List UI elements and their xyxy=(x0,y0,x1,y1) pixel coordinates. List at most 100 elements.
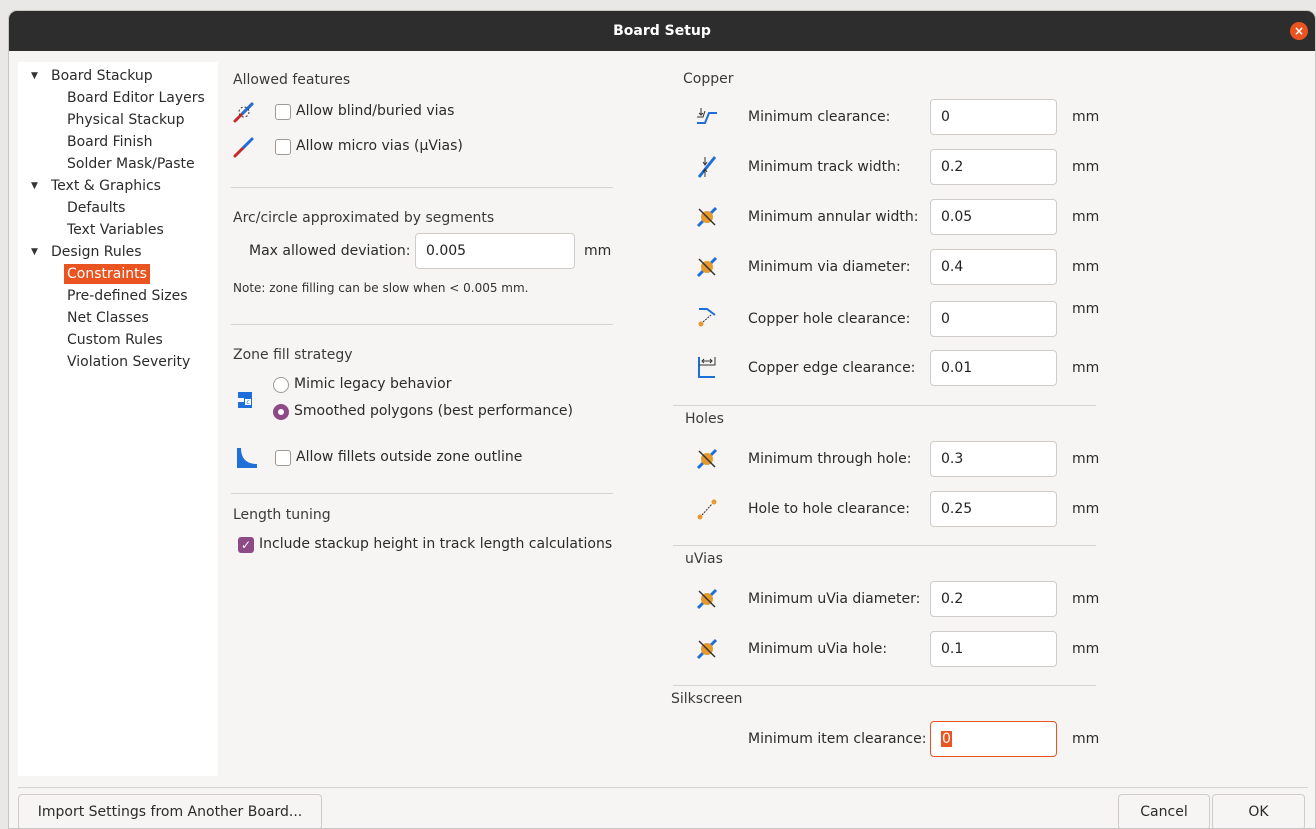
copper-edge-clearance-unit: mm xyxy=(1072,360,1100,376)
min-through-hole-unit: mm xyxy=(1072,451,1100,467)
tree-item-physical-stackup[interactable]: Physical Stackup xyxy=(67,110,185,130)
uvias-title: uVias xyxy=(685,551,723,567)
min-uvia-diameter-input[interactable]: 0.2 xyxy=(930,581,1057,617)
min-via-diameter-unit: mm xyxy=(1072,259,1100,275)
import-settings-button[interactable]: Import Settings from Another Board... xyxy=(18,794,322,828)
min-item-clearance-label: Minimum item clearance: xyxy=(748,731,927,747)
tree-item-solder-mask-paste[interactable]: Solder Mask/Paste xyxy=(67,154,195,174)
footer-separator xyxy=(18,787,1308,788)
tree-item-board-stackup[interactable]: Board Stackup xyxy=(51,66,153,86)
expand-arrow-icon[interactable]: ▼ xyxy=(31,181,38,191)
hole-clearance-icon xyxy=(698,308,716,327)
allowed-features-title: Allowed features xyxy=(233,72,351,88)
blind-vias-label[interactable]: Allow blind/buried vias xyxy=(296,103,454,119)
track-width-icon xyxy=(697,156,717,178)
min-uvia-diameter-unit: mm xyxy=(1072,591,1100,607)
silkscreen-title: Silkscreen xyxy=(671,691,743,707)
blind-via-icon xyxy=(233,102,254,123)
tree-item-text-variables[interactable]: Text Variables xyxy=(67,220,164,240)
smoothed-radio[interactable] xyxy=(273,404,289,420)
min-track-width-label: Minimum track width: xyxy=(748,159,901,175)
settings-tree: ▼ Board Stackup Board Editor Layers Phys… xyxy=(18,62,218,776)
zone-fill-note: Note: zone filling can be slow when < 0.… xyxy=(233,281,529,295)
min-annular-width-label: Minimum annular width: xyxy=(748,209,919,225)
max-deviation-unit: mm xyxy=(584,243,612,259)
fillets-label[interactable]: Allow fillets outside zone outline xyxy=(296,449,522,465)
min-annular-width-unit: mm xyxy=(1072,209,1100,225)
annular-width-icon xyxy=(696,206,718,228)
min-uvia-diameter-label: Minimum uVia diameter: xyxy=(748,591,921,607)
fillets-checkbox[interactable] xyxy=(275,450,291,466)
copper-hole-clearance-input[interactable]: 0 xyxy=(930,301,1057,337)
stackup-height-checkbox[interactable]: ✓ xyxy=(238,537,254,553)
min-via-diameter-label: Minimum via diameter: xyxy=(748,259,911,275)
close-button[interactable]: × xyxy=(1290,22,1308,40)
separator xyxy=(231,187,613,188)
min-clearance-input[interactable]: 0 xyxy=(930,99,1057,135)
tree-item-board-finish[interactable]: Board Finish xyxy=(67,132,152,152)
min-track-width-input[interactable]: 0.2 xyxy=(930,149,1057,185)
separator xyxy=(673,685,1096,686)
tree-item-board-editor-layers[interactable]: Board Editor Layers xyxy=(67,88,205,108)
clearance-icon xyxy=(697,108,717,124)
hole-to-hole-unit: mm xyxy=(1072,501,1100,517)
expand-arrow-icon[interactable]: ▼ xyxy=(31,247,38,257)
legacy-radio[interactable] xyxy=(273,377,289,393)
min-item-clearance-unit: mm xyxy=(1072,731,1100,747)
copper-edge-clearance-input[interactable]: 0.01 xyxy=(930,350,1057,386)
blind-vias-checkbox[interactable] xyxy=(275,104,291,120)
title-bar: Board Setup × xyxy=(9,11,1315,51)
svg-text:c: c xyxy=(246,399,249,406)
min-annular-width-input[interactable]: 0.05 xyxy=(930,199,1057,235)
min-through-hole-input[interactable]: 0.3 xyxy=(930,441,1057,477)
through-hole-icon xyxy=(696,448,718,470)
min-item-clearance-input[interactable]: 0 xyxy=(930,721,1057,757)
min-uvia-hole-unit: mm xyxy=(1072,641,1100,657)
expand-arrow-icon[interactable]: ▼ xyxy=(31,71,38,81)
zone-fill-title: Zone fill strategy xyxy=(233,347,353,363)
min-track-width-unit: mm xyxy=(1072,159,1100,175)
hole-to-hole-label: Hole to hole clearance: xyxy=(748,501,910,517)
separator xyxy=(231,493,613,494)
smoothed-label[interactable]: Smoothed polygons (best performance) xyxy=(294,403,573,419)
tree-item-design-rules[interactable]: Design Rules xyxy=(51,242,142,262)
cancel-button[interactable]: Cancel xyxy=(1118,794,1210,828)
hole-to-hole-icon xyxy=(697,499,717,520)
uvia-diameter-icon xyxy=(696,588,718,610)
min-clearance-label: Minimum clearance: xyxy=(748,109,891,125)
min-uvia-hole-input[interactable]: 0.1 xyxy=(930,631,1057,667)
micro-via-icon xyxy=(233,137,254,158)
copper-hole-clearance-unit: mm xyxy=(1072,301,1100,317)
fillet-icon xyxy=(237,448,257,468)
separator xyxy=(673,405,1096,406)
min-via-diameter-input[interactable]: 0.4 xyxy=(930,249,1057,285)
tree-item-predefined-sizes[interactable]: Pre-defined Sizes xyxy=(67,286,187,306)
separator xyxy=(673,545,1096,546)
max-deviation-input[interactable]: 0.005 xyxy=(415,233,575,269)
tree-item-custom-rules[interactable]: Custom Rules xyxy=(67,330,163,350)
micro-vias-label[interactable]: Allow micro vias (μVias) xyxy=(296,138,463,154)
tree-item-defaults[interactable]: Defaults xyxy=(67,198,125,218)
hole-to-hole-input[interactable]: 0.25 xyxy=(930,491,1057,527)
copper-edge-clearance-label: Copper edge clearance: xyxy=(748,360,916,376)
zone-fill-icon: c xyxy=(238,392,252,408)
micro-vias-checkbox[interactable] xyxy=(275,139,291,155)
window-title: Board Setup xyxy=(613,23,711,39)
selected-text: 0 xyxy=(941,731,952,747)
separator xyxy=(231,324,613,325)
via-diameter-icon xyxy=(696,256,718,278)
min-uvia-hole-label: Minimum uVia hole: xyxy=(748,641,888,657)
min-clearance-unit: mm xyxy=(1072,109,1100,125)
copper-title: Copper xyxy=(683,71,734,87)
ok-button[interactable]: OK xyxy=(1212,794,1305,828)
tree-item-net-classes[interactable]: Net Classes xyxy=(67,308,149,328)
min-through-hole-label: Minimum through hole: xyxy=(748,451,912,467)
stackup-height-label[interactable]: Include stackup height in track length c… xyxy=(259,536,612,552)
legacy-label[interactable]: Mimic legacy behavior xyxy=(294,376,452,392)
tree-item-constraints[interactable]: Constraints xyxy=(64,264,150,284)
tree-item-text-graphics[interactable]: Text & Graphics xyxy=(51,176,161,196)
tree-item-violation-severity[interactable]: Violation Severity xyxy=(67,352,190,372)
length-tuning-title: Length tuning xyxy=(233,507,331,523)
board-setup-dialog: Board Setup × ▼ Board Stackup Board Edit… xyxy=(8,10,1316,829)
copper-hole-clearance-label: Copper hole clearance: xyxy=(748,311,911,327)
